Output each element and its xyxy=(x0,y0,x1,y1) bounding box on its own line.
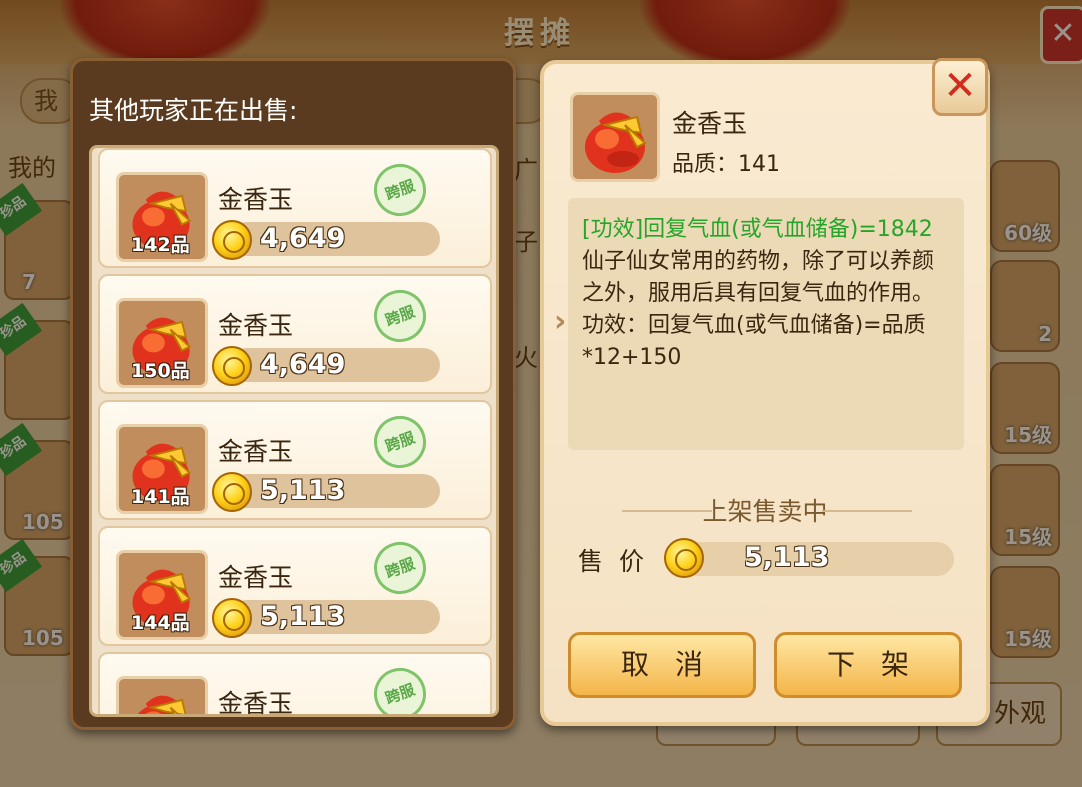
item-quality-badge: 141品 xyxy=(131,486,190,508)
seller-list-item[interactable]: 150品 金香玉 跨服 4,649 xyxy=(98,274,492,394)
item-name: 金香玉 xyxy=(218,185,294,214)
item-icon-frame xyxy=(570,92,660,182)
item-quality-badge: 142品 xyxy=(131,234,190,256)
item-price: 5,113 xyxy=(260,475,346,506)
delist-button[interactable]: 下架 xyxy=(774,632,962,698)
coin-icon xyxy=(664,538,704,578)
item-name: 金香玉 xyxy=(218,437,294,466)
item-price: 4,649 xyxy=(260,223,346,254)
item-icon-frame: 141品 xyxy=(116,424,208,514)
cross-server-badge: 跨服 xyxy=(366,534,434,602)
other-sellers-title: 其他玩家正在出售: xyxy=(89,96,298,125)
other-sellers-panel: 其他玩家正在出售: 142品 金香玉 跨服 4,649 150品 金香玉 跨服 4,649 14… xyxy=(70,58,516,730)
item-description-box[interactable]: [功效]回复气血(或气血储备)=1842 仙子仙女常用的药物，除了可以养颜之外，… xyxy=(568,198,964,450)
item-name: 金香玉 xyxy=(218,311,294,340)
item-description: 仙子仙女常用的药物，除了可以养颜之外，服用后具有回复气血的作用。 xyxy=(582,249,935,306)
item-detail-panel: 金香玉 品质：141 [功效]回复气血(或气血储备)=1842 仙子仙女常用的药… xyxy=(540,60,990,726)
price-value: 5,113 xyxy=(744,542,830,573)
item-price: 4,649 xyxy=(260,349,346,380)
item-effect-formula: 功效：回复气血(或气血储备)=品质*12+150 xyxy=(582,313,926,370)
seller-list-item[interactable]: 141品 金香玉 跨服 5,113 xyxy=(98,400,492,520)
coin-icon xyxy=(212,220,252,260)
seller-list-item[interactable]: 142品 金香玉 跨服 4,649 xyxy=(98,148,492,268)
item-icon-frame: 142品 xyxy=(116,172,208,262)
item-name: 金香玉 xyxy=(218,689,294,717)
seller-list-item[interactable]: 金香玉 跨服 xyxy=(98,652,492,717)
item-icon-frame: 144品 xyxy=(116,550,208,640)
item-icon-frame xyxy=(116,676,208,714)
pouch-icon xyxy=(585,112,647,173)
item-icon-frame: 150品 xyxy=(116,298,208,388)
cross-server-badge: 跨服 xyxy=(366,282,434,350)
item-quality: 品质：141 xyxy=(672,152,780,177)
divider-ornament-right xyxy=(822,510,912,512)
close-icon[interactable]: ✕ xyxy=(932,58,988,116)
item-price: 5,113 xyxy=(260,601,346,632)
coin-icon xyxy=(212,346,252,386)
item-quality-badge: 150品 xyxy=(131,360,190,382)
cross-server-badge: 跨服 xyxy=(366,156,434,224)
seller-list-item[interactable]: 144品 金香玉 跨服 5,113 xyxy=(98,526,492,646)
item-name: 金香玉 xyxy=(218,563,294,592)
seller-list[interactable]: 142品 金香玉 跨服 4,649 150品 金香玉 跨服 4,649 141品 金香玉 跨服 5,1… xyxy=(89,145,499,717)
item-effect-text: [功效]回复气血(或气血储备)=1842 xyxy=(582,217,933,242)
item-name: 金香玉 xyxy=(672,109,748,138)
cross-server-badge: 跨服 xyxy=(366,408,434,476)
chevron-right-icon: › xyxy=(554,304,567,339)
cancel-button[interactable]: 取消 xyxy=(568,632,756,698)
item-quality-badge: 144品 xyxy=(131,612,190,634)
price-label: 售价 xyxy=(578,547,661,576)
listing-status: 上架售卖中 xyxy=(702,497,828,526)
cross-server-badge: 跨服 xyxy=(366,660,434,714)
pouch-icon xyxy=(137,695,187,714)
coin-icon xyxy=(212,472,252,512)
coin-icon xyxy=(212,598,252,638)
